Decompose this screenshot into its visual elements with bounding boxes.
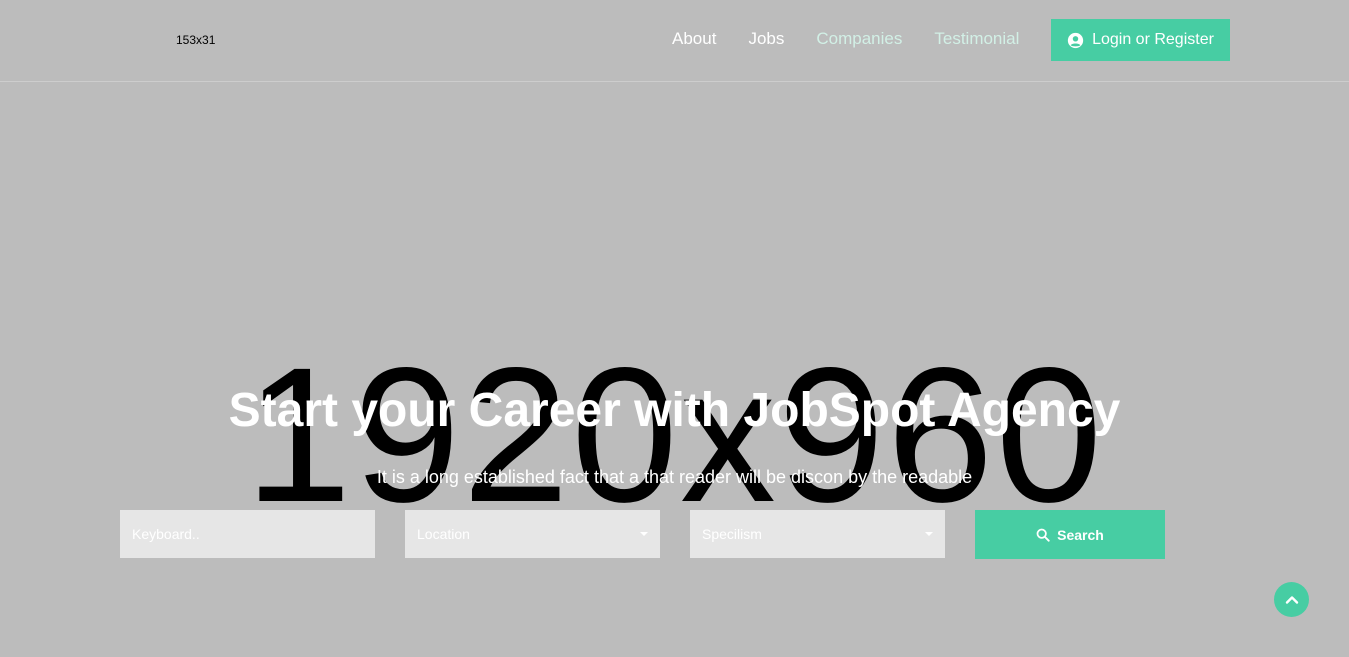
specialism-select-value: Specilism	[702, 526, 762, 542]
hero-subtitle: It is a long established fact that a tha…	[376, 467, 973, 487]
main-nav: About Jobs Companies Testimonial	[672, 29, 1051, 49]
keyword-input[interactable]	[120, 510, 375, 558]
nav-testimonial[interactable]: Testimonial	[934, 29, 1019, 49]
specialism-select[interactable]: Specilism	[690, 510, 945, 558]
hero-title: Start your Career with JobSpot Agency	[228, 384, 1121, 437]
nav-about[interactable]: About	[672, 29, 716, 49]
login-register-button[interactable]: Login or Register	[1051, 19, 1230, 61]
chevron-down-icon	[925, 532, 933, 536]
logo[interactable]: 153x31	[176, 33, 215, 47]
location-select[interactable]: Location	[405, 510, 660, 558]
user-circle-icon	[1067, 32, 1084, 48]
nav-companies[interactable]: Companies	[816, 29, 902, 49]
back-to-top-button[interactable]	[1274, 582, 1309, 617]
site-header: 153x31 About Jobs Companies Testimonial …	[0, 0, 1349, 82]
chevron-up-icon	[1285, 595, 1298, 604]
search-button-label: Search	[1057, 526, 1104, 543]
search-button[interactable]: Search	[975, 510, 1165, 559]
location-select-value: Location	[417, 526, 470, 542]
nav-jobs[interactable]: Jobs	[748, 29, 784, 49]
chevron-down-icon	[640, 532, 648, 536]
login-register-label: Login or Register	[1092, 31, 1214, 48]
search-icon	[1036, 528, 1050, 542]
